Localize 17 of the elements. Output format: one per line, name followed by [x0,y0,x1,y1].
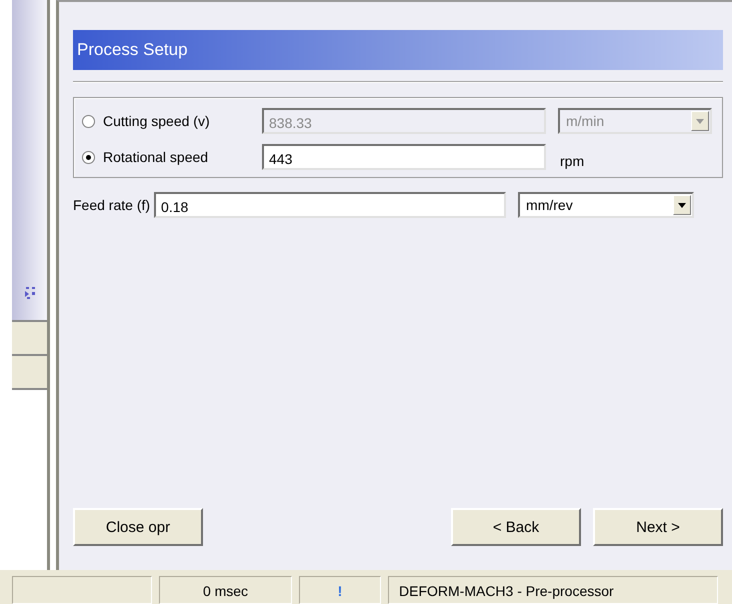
feed-rate-input[interactable]: 0.18 [154,192,506,218]
unit-dropdown[interactable]: mm/rev [518,192,694,218]
radio-label: Rotational speed [103,149,208,165]
close-button[interactable]: Close opr [73,508,203,546]
radio-button[interactable] [82,114,95,128]
status-alert: ! [299,576,381,604]
speed-input[interactable]: 443 [262,144,546,170]
radio-button[interactable] [82,150,95,164]
status-text: DEFORM-MACH3 - Pre-processor [388,576,718,604]
radio-label: Cutting speed (v) [103,113,210,129]
back-button[interactable]: < Back [451,508,581,546]
next-button[interactable]: Next > [593,508,723,546]
feed-rate-label: Feed rate (f) [73,197,150,213]
panel-title: Process Setup [73,30,723,70]
status-text: 0 msec [159,576,292,604]
dotted-arrows-icon[interactable] [24,286,36,300]
unit-label: rpm [560,152,584,169]
